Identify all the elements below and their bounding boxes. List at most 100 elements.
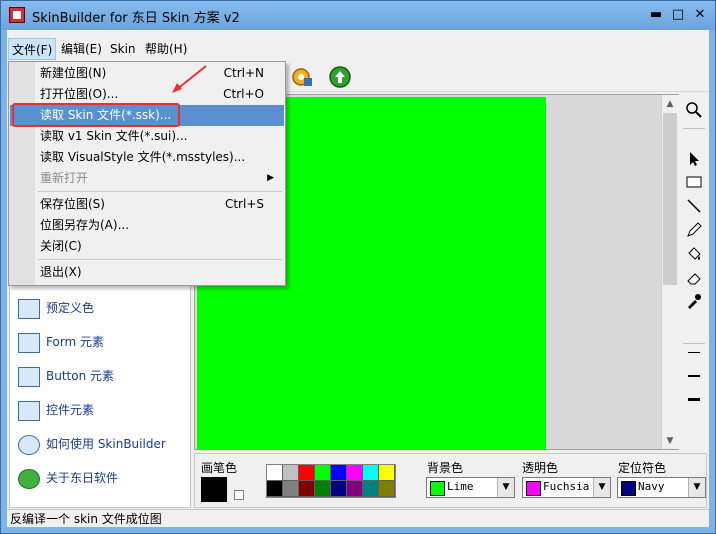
menu-item-label: 读取 v1 Skin 文件(*.sui)... [40,129,188,143]
maximize-button[interactable]: □ [668,6,688,24]
secondary-color-swatch[interactable] [234,490,244,500]
palette-color-cell[interactable] [379,481,395,497]
palette-color-cell[interactable] [363,465,379,481]
button-icon [18,367,40,387]
locator-color-value: Navy [638,480,665,493]
menu-item-label: 打开位图(O)... [40,87,119,101]
bg-color-chip [430,481,445,496]
submenu-arrow-icon: ▶ [267,173,274,183]
menu-item-save-as[interactable]: 位图另存为(A)... [10,215,284,236]
menu-separator [38,259,282,260]
chevron-down-icon[interactable]: ▼ [688,478,705,497]
menu-item-exit[interactable]: 退出(X) [10,262,284,283]
palette-color-cell[interactable] [315,465,331,481]
annotation-highlight-box [12,103,180,127]
locator-color-chip [621,481,636,496]
eraser-icon[interactable] [683,270,705,292]
menu-file[interactable]: 文件(F) [8,38,57,60]
pen-color-label: 画笔色 [201,461,238,475]
palette-color-cell[interactable] [299,481,315,497]
pen-color-swatch[interactable] [201,477,227,502]
menu-item-label: 保存位图(S) [40,197,105,211]
menu-item-label: 新建位图(N) [40,66,107,80]
tool-divider [683,128,705,129]
bg-color-value: Lime [447,480,474,493]
line-width-thick[interactable] [688,398,700,401]
menu-item-load-visualstyle[interactable]: 读取 VisualStyle 文件(*.msstyles)... [10,147,284,168]
zoom-icon[interactable] [683,101,705,123]
menu-bar: 文件(F) 编辑(E) Skin 帮助(H) [7,38,709,60]
palette-color-cell[interactable] [299,465,315,481]
nav-label: 如何使用 SkinBuilder [46,437,166,451]
menu-item-shortcut: Ctrl+N [223,66,264,80]
menu-item-shortcut: Ctrl+O [223,87,264,101]
menu-item-label: 关闭(C) [40,239,82,253]
menu-item-reopen[interactable]: 重新打开 ▶ [10,168,284,189]
transparent-color-label: 透明色 [522,461,559,475]
color-palette [266,464,396,498]
menu-item-label: 重新打开 [40,171,89,185]
menu-item-load-v1-skin[interactable]: 读取 v1 Skin 文件(*.sui)... [10,126,284,147]
palette-color-cell[interactable] [347,481,363,497]
menu-separator [38,191,282,192]
controls-icon [18,401,40,421]
nav-label: Button 元素 [46,369,115,383]
palette-color-cell[interactable] [331,465,347,481]
menu-item-close[interactable]: 关闭(C) [10,236,284,257]
bg-color-select[interactable]: Lime ▼ [426,477,515,498]
palette-color-cell[interactable] [315,481,331,497]
palette-color-cell[interactable] [267,481,283,497]
line-width-thin[interactable] [688,352,700,353]
menu-skin[interactable]: Skin [107,38,139,60]
palette-color-cell[interactable] [347,465,363,481]
pencil-icon[interactable] [683,222,705,244]
menu-item-open-bitmap[interactable]: 打开位图(O)... Ctrl+O [10,84,284,105]
menu-item-save-bitmap[interactable]: 保存位图(S) Ctrl+S [10,194,284,215]
close-button[interactable]: ✕ [690,6,710,24]
transparent-color-chip [526,481,541,496]
eyedropper-icon[interactable] [683,293,705,315]
nav-label: 预定义色 [46,301,95,315]
tool-divider [683,343,705,344]
scroll-down-button[interactable]: ▼ [661,433,679,449]
transparent-color-value: Fuchsia [543,480,590,493]
menu-item-new-bitmap[interactable]: 新建位图(N) Ctrl+N [10,63,284,84]
fill-bucket-icon[interactable] [683,246,705,268]
annotation-arrow-icon [172,65,207,93]
menu-item-label: 位图另存为(A)... [40,218,130,232]
nav-label: Form 元素 [46,335,105,349]
window-title: SkinBuilder for 东日 Skin 方案 v2 [32,11,240,26]
window-icon [18,333,40,353]
menu-item-label: 退出(X) [40,265,82,279]
menu-item-shortcut: Ctrl+S [224,197,264,211]
pointer-icon[interactable] [683,151,705,173]
locator-color-select[interactable]: Navy ▼ [617,477,706,498]
locator-color-label: 定位符色 [618,461,667,475]
upload-arrow-icon[interactable] [328,65,352,89]
menu-edit[interactable]: 编辑(E) [58,38,105,60]
menu-help[interactable]: 帮助(H) [142,38,190,60]
palette-icon [18,299,40,319]
chevron-down-icon[interactable]: ▼ [593,478,610,497]
line-width-medium[interactable] [688,375,700,377]
scroll-up-button[interactable]: ▲ [661,96,679,112]
help-icon [18,435,40,455]
settings-gear-icon[interactable] [290,65,314,89]
app-icon[interactable] [9,7,25,23]
line-icon[interactable] [683,198,705,220]
palette-color-cell[interactable] [379,465,395,481]
palette-color-cell[interactable] [283,465,299,481]
palette-color-cell[interactable] [267,465,283,481]
palette-color-cell[interactable] [283,481,299,497]
rectangle-icon[interactable] [683,174,705,196]
menu-item-label: 读取 VisualStyle 文件(*.msstyles)... [40,150,246,164]
transparent-color-select[interactable]: Fuchsia ▼ [522,477,611,498]
chevron-down-icon[interactable]: ▼ [497,478,514,497]
bg-color-label: 背景色 [427,461,464,475]
nav-label: 关于东日软件 [46,471,119,485]
palette-color-cell[interactable] [331,481,347,497]
scroll-thumb[interactable] [663,113,677,285]
minimize-button[interactable]: ▬ [646,6,666,24]
nav-label: 控件元素 [46,403,95,417]
palette-color-cell[interactable] [363,481,379,497]
